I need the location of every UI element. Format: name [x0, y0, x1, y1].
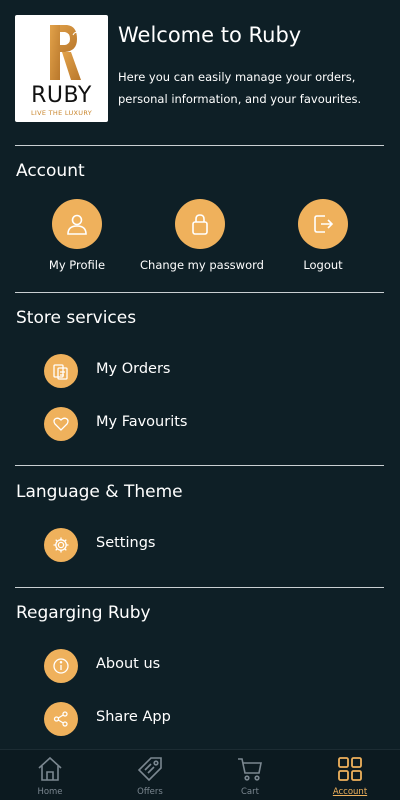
grid-icon: [338, 757, 362, 781]
logout-icon: [298, 199, 348, 249]
section-title-account: Account: [16, 161, 85, 181]
logout-label: Logout: [303, 258, 343, 272]
change-password-label: Change my password: [140, 258, 264, 272]
about-us-label: About us: [96, 656, 161, 672]
my-favourites-button[interactable]: My Favourits: [44, 407, 344, 443]
my-orders-button[interactable]: My Orders: [44, 354, 344, 390]
info-icon: [44, 649, 78, 683]
nav-offers[interactable]: Offers: [100, 750, 200, 800]
bottom-navigation: Home Offers Cart Account: [0, 749, 400, 800]
divider: [15, 465, 384, 466]
nav-offers-label: Offers: [137, 787, 163, 797]
divider: [15, 587, 384, 588]
user-icon: [52, 199, 102, 249]
divider: [15, 292, 384, 293]
settings-label: Settings: [96, 535, 156, 551]
logo-wordmark: RUBY: [31, 83, 92, 108]
section-title-regarding-ruby: Regarging Ruby: [16, 603, 151, 623]
section-title-store-services: Store services: [16, 308, 137, 328]
share-app-button[interactable]: Share App: [44, 702, 344, 738]
gear-icon: [44, 528, 78, 562]
nav-home-label: Home: [37, 787, 63, 797]
heart-icon: [44, 407, 78, 441]
my-favourites-label: My Favourits: [96, 414, 188, 430]
settings-button[interactable]: Settings: [44, 528, 344, 564]
ruby-logo: RUBY LIVE THE LUXURY: [15, 15, 108, 122]
welcome-header: RUBY LIVE THE LUXURY Welcome to Ruby Her…: [15, 15, 385, 123]
share-icon: [44, 702, 78, 736]
logo-tagline: LIVE THE LUXURY: [30, 109, 93, 117]
change-password-button[interactable]: Change my password: [140, 199, 264, 279]
nav-cart-label: Cart: [241, 787, 259, 797]
cart-icon: [238, 758, 262, 781]
nav-home[interactable]: Home: [0, 750, 100, 800]
nav-cart[interactable]: Cart: [200, 750, 300, 800]
ruby-logo-mark-icon: [50, 25, 81, 80]
home-icon: [38, 756, 62, 781]
about-us-button[interactable]: About us: [44, 649, 344, 685]
nav-account-label: Account: [332, 787, 368, 797]
orders-icon: [44, 354, 78, 388]
divider: [15, 145, 384, 146]
lock-icon: [175, 199, 225, 249]
section-title-language-theme: Language & Theme: [16, 482, 183, 502]
my-profile-label: My Profile: [48, 258, 106, 272]
welcome-description: Here you can easily manage your orders, …: [118, 70, 362, 106]
my-orders-label: My Orders: [96, 361, 171, 377]
page-title: Welcome to Ruby: [118, 23, 302, 47]
my-profile-button[interactable]: My Profile: [17, 199, 137, 279]
nav-account[interactable]: Account: [300, 750, 400, 800]
logout-button[interactable]: Logout: [263, 199, 383, 279]
share-app-label: Share App: [96, 709, 171, 725]
tag-icon: [137, 757, 162, 782]
